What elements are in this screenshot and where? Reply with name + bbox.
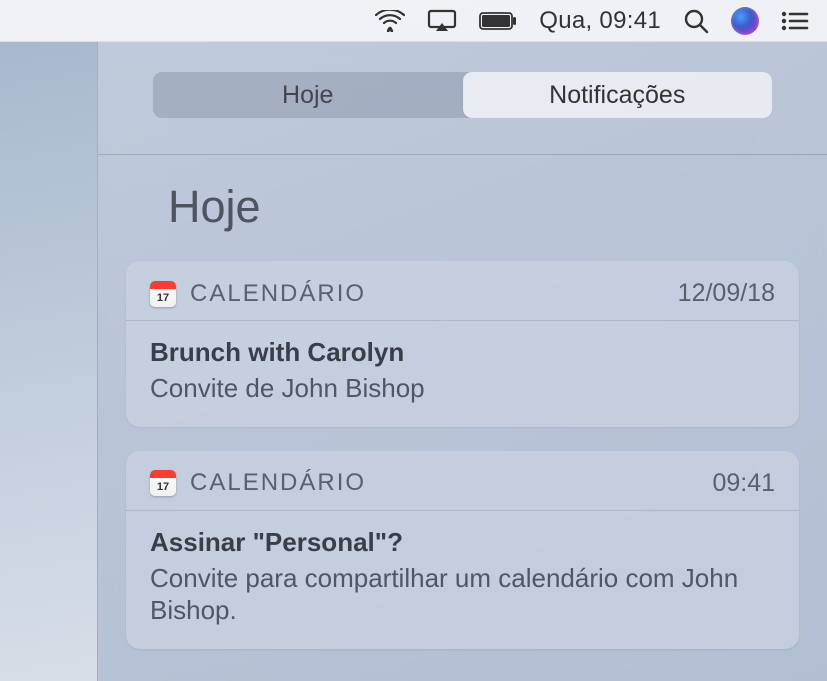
tab-notifications[interactable]: Notificações	[463, 72, 773, 118]
spotlight-search-icon[interactable]	[683, 8, 709, 34]
card-divider	[126, 320, 799, 321]
calendar-app-icon	[150, 470, 176, 496]
notification-center-panel: Hoje Notificações Hoje CALENDÁRIO 12/09/…	[97, 42, 827, 681]
card-timestamp: 12/09/18	[678, 279, 775, 308]
siri-icon[interactable]	[731, 7, 759, 35]
card-timestamp: 09:41	[712, 469, 775, 498]
notification-center-icon[interactable]	[781, 10, 809, 32]
card-title: Assinar "Personal"?	[150, 527, 775, 558]
airplay-icon[interactable]	[427, 9, 457, 33]
divider	[98, 154, 827, 155]
notification-card[interactable]: CALENDÁRIO 09:41 Assinar "Personal"? Con…	[126, 451, 799, 649]
card-app-name: CALENDÁRIO	[190, 280, 664, 308]
tab-bar: Hoje Notificações	[153, 72, 772, 118]
menubar: Qua, 09:41	[0, 0, 827, 42]
battery-icon[interactable]	[479, 12, 517, 30]
notifications-list: CALENDÁRIO 12/09/18 Brunch with Carolyn …	[98, 261, 827, 649]
card-header: CALENDÁRIO 09:41	[150, 469, 775, 498]
card-body: Convite para compartilhar um calendário …	[150, 562, 775, 627]
card-app-name: CALENDÁRIO	[190, 469, 698, 497]
card-body: Convite de John Bishop	[150, 372, 775, 405]
menubar-clock[interactable]: Qua, 09:41	[539, 7, 661, 35]
card-header: CALENDÁRIO 12/09/18	[150, 279, 775, 308]
desktop-wallpaper	[0, 42, 97, 681]
calendar-app-icon	[150, 281, 176, 307]
wifi-icon[interactable]	[375, 10, 405, 32]
section-title: Hoje	[168, 181, 827, 233]
tab-today[interactable]: Hoje	[153, 72, 463, 118]
card-title: Brunch with Carolyn	[150, 337, 775, 368]
card-divider	[126, 510, 799, 511]
notification-card[interactable]: CALENDÁRIO 12/09/18 Brunch with Carolyn …	[126, 261, 799, 427]
